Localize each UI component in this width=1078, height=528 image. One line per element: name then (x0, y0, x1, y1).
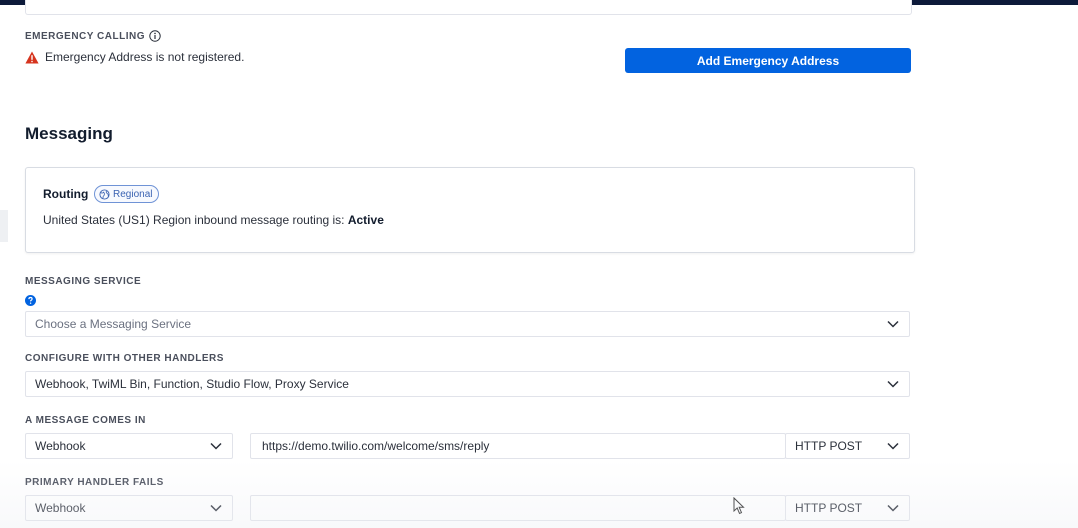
messaging-heading: Messaging (25, 124, 113, 143)
fallback-http-method-select[interactable]: HTTP POST (785, 495, 910, 521)
regional-badge-text: Regional (113, 188, 153, 200)
messaging-service-label: MESSAGING SERVICE (25, 276, 142, 287)
messaging-service-select[interactable]: Choose a Messaging Service (25, 311, 910, 337)
globe-icon (99, 188, 110, 200)
emergency-calling-label-text: EMERGENCY CALLING (25, 30, 145, 42)
message-comes-in-label: A MESSAGE COMES IN (25, 415, 146, 426)
chevron-down-icon (210, 442, 222, 450)
chevron-down-icon (887, 442, 899, 450)
messaging-service-placeholder: Choose a Messaging Service (35, 317, 192, 331)
mouse-pointer-icon (733, 497, 745, 515)
fallback-webhook-url-input[interactable] (250, 495, 786, 521)
chevron-down-icon (887, 320, 899, 328)
routing-status: United States (US1) Region inbound messa… (43, 213, 384, 227)
other-handlers-label: CONFIGURE WITH OTHER HANDLERS (25, 353, 224, 364)
info-circle-icon[interactable] (149, 30, 161, 42)
primary-handler-fails-label: PRIMARY HANDLER FAILS (25, 477, 164, 488)
routing-title: Routing (43, 187, 89, 201)
fallback-http-method-value: HTTP POST (795, 501, 863, 515)
emergency-warning-text: Emergency Address is not registered. (45, 50, 245, 64)
routing-status-value: Active (347, 213, 384, 227)
incoming-webhook-url-input[interactable]: https://demo.twilio.com/welcome/sms/repl… (250, 433, 786, 459)
incoming-webhook-url-value: https://demo.twilio.com/welcome/sms/repl… (262, 439, 490, 453)
chevron-down-icon (887, 504, 899, 512)
routing-card: Routing Regional United States (US1) Reg… (25, 167, 915, 253)
chevron-down-icon (210, 504, 222, 512)
routing-status-prefix: United States (US1) Region inbound messa… (43, 213, 348, 227)
incoming-http-method-value: HTTP POST (795, 439, 863, 453)
add-emergency-address-button[interactable]: Add Emergency Address (625, 48, 911, 73)
emergency-warning: Emergency Address is not registered. (25, 50, 244, 64)
previous-section-box (25, 0, 912, 15)
incoming-http-method-select[interactable]: HTTP POST (785, 433, 910, 459)
incoming-handler-type-value: Webhook (35, 439, 86, 453)
fallback-handler-type-select[interactable]: Webhook (25, 495, 233, 521)
emergency-calling-label: EMERGENCY CALLING (25, 30, 161, 42)
other-handlers-select[interactable]: Webhook, TwiML Bin, Function, Studio Flo… (25, 371, 910, 397)
warning-triangle-icon (25, 51, 39, 63)
chevron-down-icon (887, 380, 899, 388)
incoming-handler-type-select[interactable]: Webhook (25, 433, 233, 459)
left-edge-strip (0, 210, 8, 242)
regional-badge: Regional (94, 185, 160, 203)
help-circle-icon[interactable] (25, 295, 36, 306)
fallback-handler-type-value: Webhook (35, 501, 86, 515)
other-handlers-value: Webhook, TwiML Bin, Function, Studio Flo… (35, 377, 349, 391)
